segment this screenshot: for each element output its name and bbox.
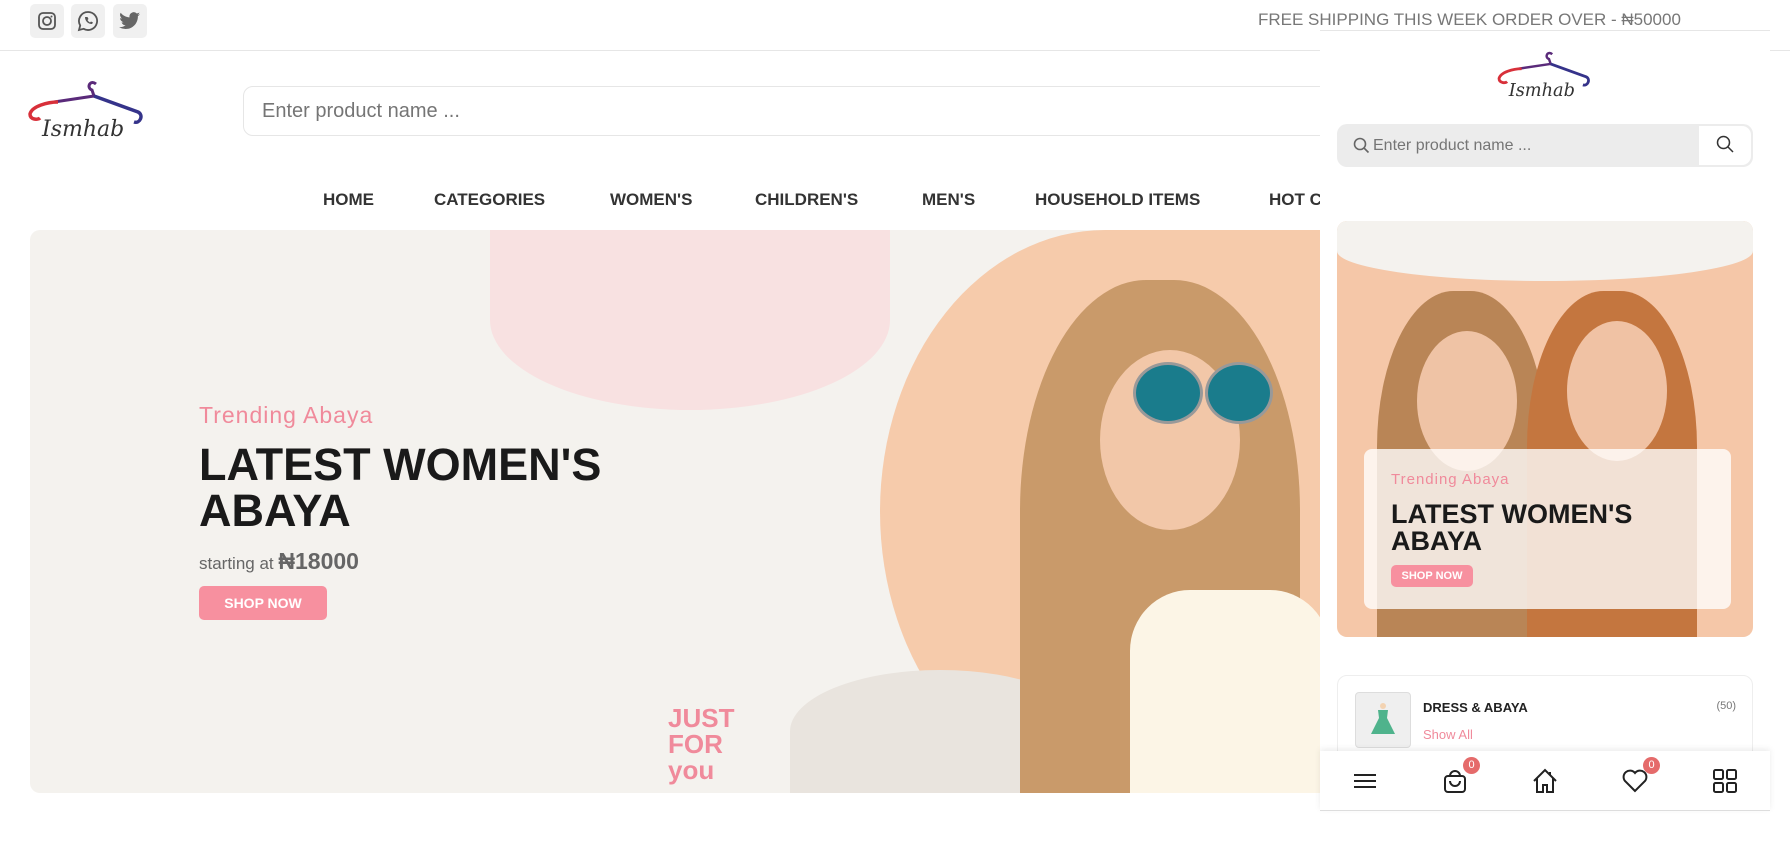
instagram-icon[interactable]	[30, 4, 64, 38]
decor-blob	[1337, 221, 1753, 281]
mobile-hero-banner: Trending Abaya LATEST WOMEN'S ABAYA SHOP…	[1337, 221, 1753, 637]
grid-icon[interactable]	[1710, 766, 1740, 796]
model-face	[1567, 321, 1667, 461]
search-input[interactable]	[243, 86, 1343, 136]
hero-price: starting at ₦18000	[199, 548, 359, 574]
model-shirt	[1130, 590, 1330, 793]
search-button[interactable]	[1699, 126, 1751, 165]
mobile-hero-title: LATEST WOMEN'S ABAYA	[1391, 499, 1633, 556]
svg-text:Ismhab: Ismhab	[41, 117, 124, 142]
dress-icon	[1355, 692, 1411, 748]
shop-now-button[interactable]: SHOP NOW	[199, 586, 327, 620]
nav-household-items[interactable]: HOUSEHOLD ITEMS	[1035, 190, 1200, 210]
decor-blob	[490, 230, 890, 410]
mobile-shop-now-button[interactable]: SHOP NOW	[1391, 565, 1473, 587]
search-icon	[1716, 135, 1734, 153]
category-name: DRESS & ABAYA	[1423, 700, 1528, 715]
mobile-hero-subtitle: Trending Abaya	[1391, 471, 1510, 488]
mobile-hero-card: Trending Abaya LATEST WOMEN'S ABAYA SHOP…	[1364, 449, 1731, 609]
mobile-search-input[interactable]	[1373, 124, 1703, 167]
heart-icon[interactable]: 0	[1620, 756, 1660, 796]
mobile-preview: Ismhab Trending Abaya LATEST WOMEN'S ABA…	[1320, 30, 1770, 812]
hero-banner: Trending Abaya LATEST WOMEN'S ABAYA star…	[30, 230, 1330, 793]
hero-subtitle: Trending Abaya	[199, 402, 374, 428]
category-count: (50)	[1716, 700, 1736, 712]
search-icon	[1353, 137, 1370, 154]
nav-home[interactable]: HOME	[323, 190, 374, 210]
nav-hot-collections[interactable]: HOT C	[1269, 190, 1322, 210]
mobile-search[interactable]	[1337, 124, 1753, 167]
bag-icon[interactable]: 0	[1440, 756, 1480, 796]
nav-categories[interactable]: CATEGORIES	[434, 190, 545, 210]
wishlist-count-badge: 0	[1643, 756, 1660, 774]
nav-womens[interactable]: WOMEN'S	[610, 190, 692, 210]
just-for-you-graphic: JUST FOR you	[668, 703, 735, 785]
sunglasses-lens	[1205, 362, 1273, 424]
svg-text:Ismhab: Ismhab	[1508, 81, 1575, 101]
nav-childrens[interactable]: CHILDREN'S	[755, 190, 858, 210]
show-all-link[interactable]: Show All	[1423, 727, 1473, 742]
sunglasses-lens	[1133, 362, 1203, 424]
shipping-notice: FREE SHIPPING THIS WEEK ORDER OVER - ₦50…	[1258, 10, 1681, 29]
cart-count-badge: 0	[1463, 756, 1480, 774]
bottom-nav: 0 0	[1320, 751, 1770, 811]
twitter-icon[interactable]	[113, 4, 147, 38]
ismhab-logo[interactable]: Ismhab	[28, 80, 146, 142]
nav-mens[interactable]: MEN'S	[922, 190, 975, 210]
menu-icon[interactable]	[1350, 766, 1380, 796]
whatsapp-icon[interactable]	[71, 4, 105, 38]
hero-title: LATEST WOMEN'S ABAYA	[199, 439, 602, 536]
mobile-logo[interactable]: Ismhab	[1495, 51, 1595, 101]
home-icon[interactable]	[1530, 766, 1560, 796]
